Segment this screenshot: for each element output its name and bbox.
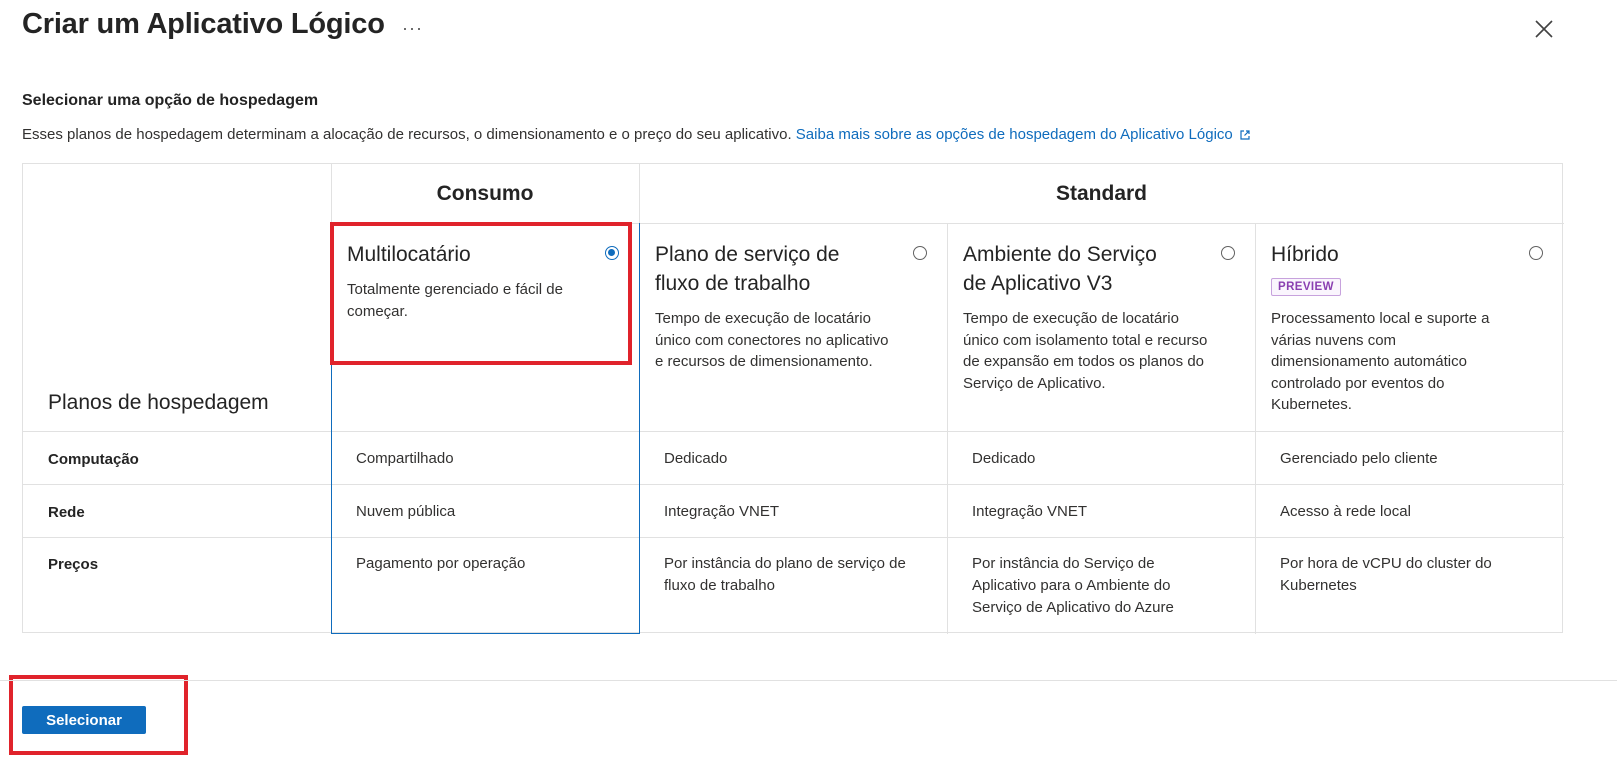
cell-compute-3: Dedicado — [972, 450, 1036, 467]
cell-network-3: Integração VNET — [972, 503, 1088, 520]
cell-network-4: Acesso à rede local — [1280, 503, 1411, 520]
group-header-consumo: Consumo — [436, 182, 534, 205]
row-header-hosting-plans: Planos de hospedagem — [48, 391, 269, 414]
cell-pricing-4: Por hora de vCPU do cluster do Kubernete… — [1280, 555, 1492, 594]
plan-radio-ase-v3[interactable] — [1221, 246, 1235, 260]
cell-compute-2: Dedicado — [664, 450, 728, 467]
hosting-plans-table: Consumo Standard Multilocatário Totalmen… — [22, 163, 1564, 634]
hosting-description: Esses planos de hospedagem determinam a … — [22, 126, 1251, 143]
plan-radio-hibrido[interactable] — [1529, 246, 1543, 260]
select-button[interactable]: Selecionar — [22, 706, 146, 734]
description-text: Esses planos de hospedagem determinam a … — [22, 126, 792, 143]
group-header-standard: Standard — [1055, 182, 1147, 205]
selected-column-outline — [331, 223, 640, 634]
cell-compute-4: Gerenciado pelo cliente — [1280, 450, 1438, 467]
page-title: Criar um Aplicativo Lógico — [22, 8, 385, 40]
preview-badge: PREVIEW — [1271, 278, 1341, 296]
cell-pricing-3: Por instância do Serviço de Aplicativo p… — [972, 555, 1174, 616]
row-label-network: Rede — [48, 504, 85, 521]
close-icon[interactable] — [1531, 16, 1557, 42]
learn-more-link[interactable]: Saiba mais sobre as opções de hospedagem… — [796, 126, 1251, 143]
row-label-compute: Computação — [48, 451, 139, 468]
cell-network-2: Integração VNET — [664, 503, 780, 520]
plan-radio-workflow-service[interactable] — [913, 246, 927, 260]
row-label-pricing: Preços — [48, 556, 99, 573]
plan-title: Plano de serviço de fluxo de trabalho — [655, 243, 840, 295]
plan-description: Processamento local e suporte a várias n… — [1271, 310, 1490, 413]
external-link-icon — [1240, 130, 1250, 140]
ellipsis-icon[interactable]: ··· — [402, 18, 423, 39]
plan-title: Ambiente do Serviço de Aplicativo V3 — [963, 243, 1157, 295]
plan-title: Híbrido — [1271, 243, 1339, 266]
cell-pricing-2: Por instância do plano de serviço de flu… — [664, 555, 906, 594]
section-title: Selecionar uma opção de hospedagem — [22, 92, 319, 109]
plan-description: Tempo de execução de locatário único com… — [963, 310, 1208, 392]
plan-description: Tempo de execução de locatário único com… — [655, 310, 889, 370]
footer-divider — [0, 680, 1617, 681]
